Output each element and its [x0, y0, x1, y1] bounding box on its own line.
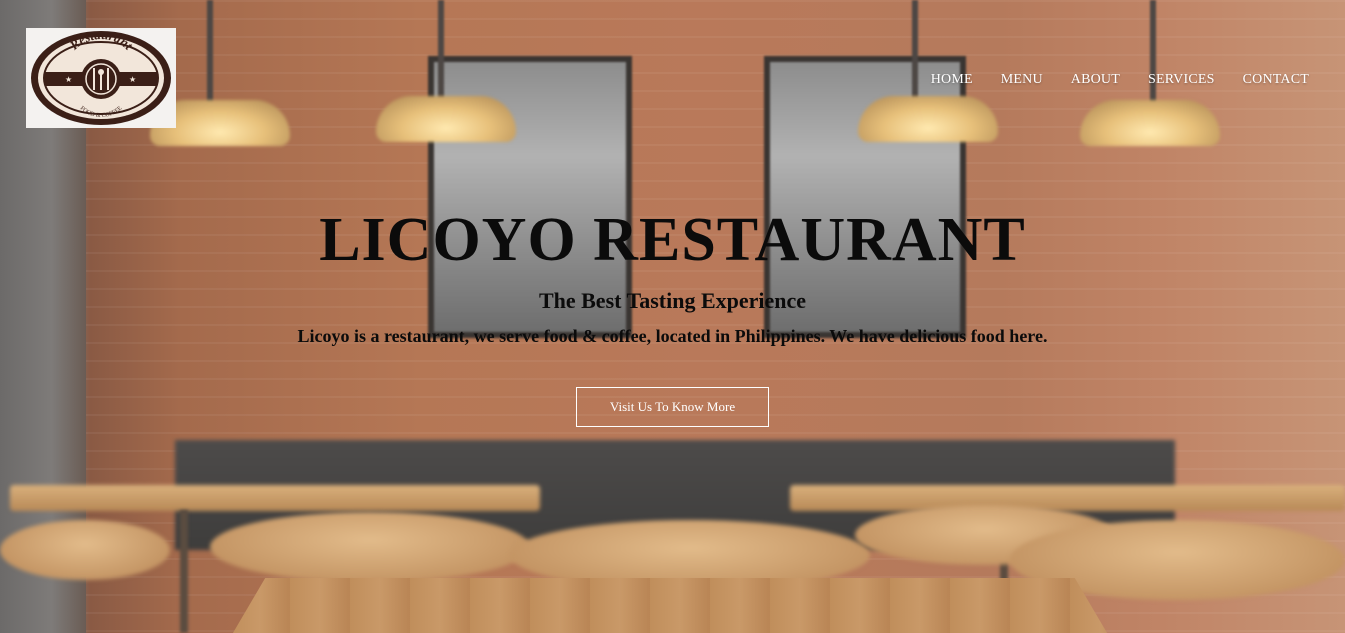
background-chair [0, 520, 170, 580]
hero-section: Restaurant FOOD & COFFEE ★ ★ HOME MENU A… [0, 0, 1345, 633]
hero-title: LICOYO RESTAURANT [319, 206, 1026, 274]
table-leg [180, 510, 188, 633]
background-chair [210, 512, 530, 582]
nav-menu[interactable]: MENU [1001, 72, 1043, 88]
lamp-cord [207, 0, 213, 110]
background-table [10, 485, 540, 511]
lamp-cord [438, 0, 444, 100]
hero-subtitle: The Best Tasting Experience [538, 288, 807, 313]
nav-contact[interactable]: CONTACT [1243, 72, 1309, 88]
nav-home[interactable]: HOME [931, 72, 973, 88]
hero-description: Licoyo is a restaurant, we serve food & … [297, 326, 1048, 346]
lamp-cord [1150, 0, 1156, 105]
main-nav: HOME MENU ABOUT SERVICES CONTACT [931, 72, 1309, 88]
logo[interactable]: Restaurant FOOD & COFFEE ★ ★ [26, 28, 176, 128]
nav-about[interactable]: ABOUT [1071, 72, 1120, 88]
svg-text:★: ★ [65, 75, 72, 84]
pendant-lamp [376, 96, 516, 142]
pendant-lamp [1080, 100, 1220, 146]
lamp-cord [912, 0, 918, 100]
background-table [790, 485, 1345, 511]
svg-text:★: ★ [129, 75, 136, 84]
foreground-table [230, 578, 1110, 633]
visit-us-button[interactable]: Visit Us To Know More [576, 387, 769, 427]
pendant-lamp [858, 96, 998, 142]
restaurant-badge-icon: Restaurant FOOD & COFFEE ★ ★ [31, 29, 171, 125]
nav-services[interactable]: SERVICES [1148, 72, 1215, 88]
